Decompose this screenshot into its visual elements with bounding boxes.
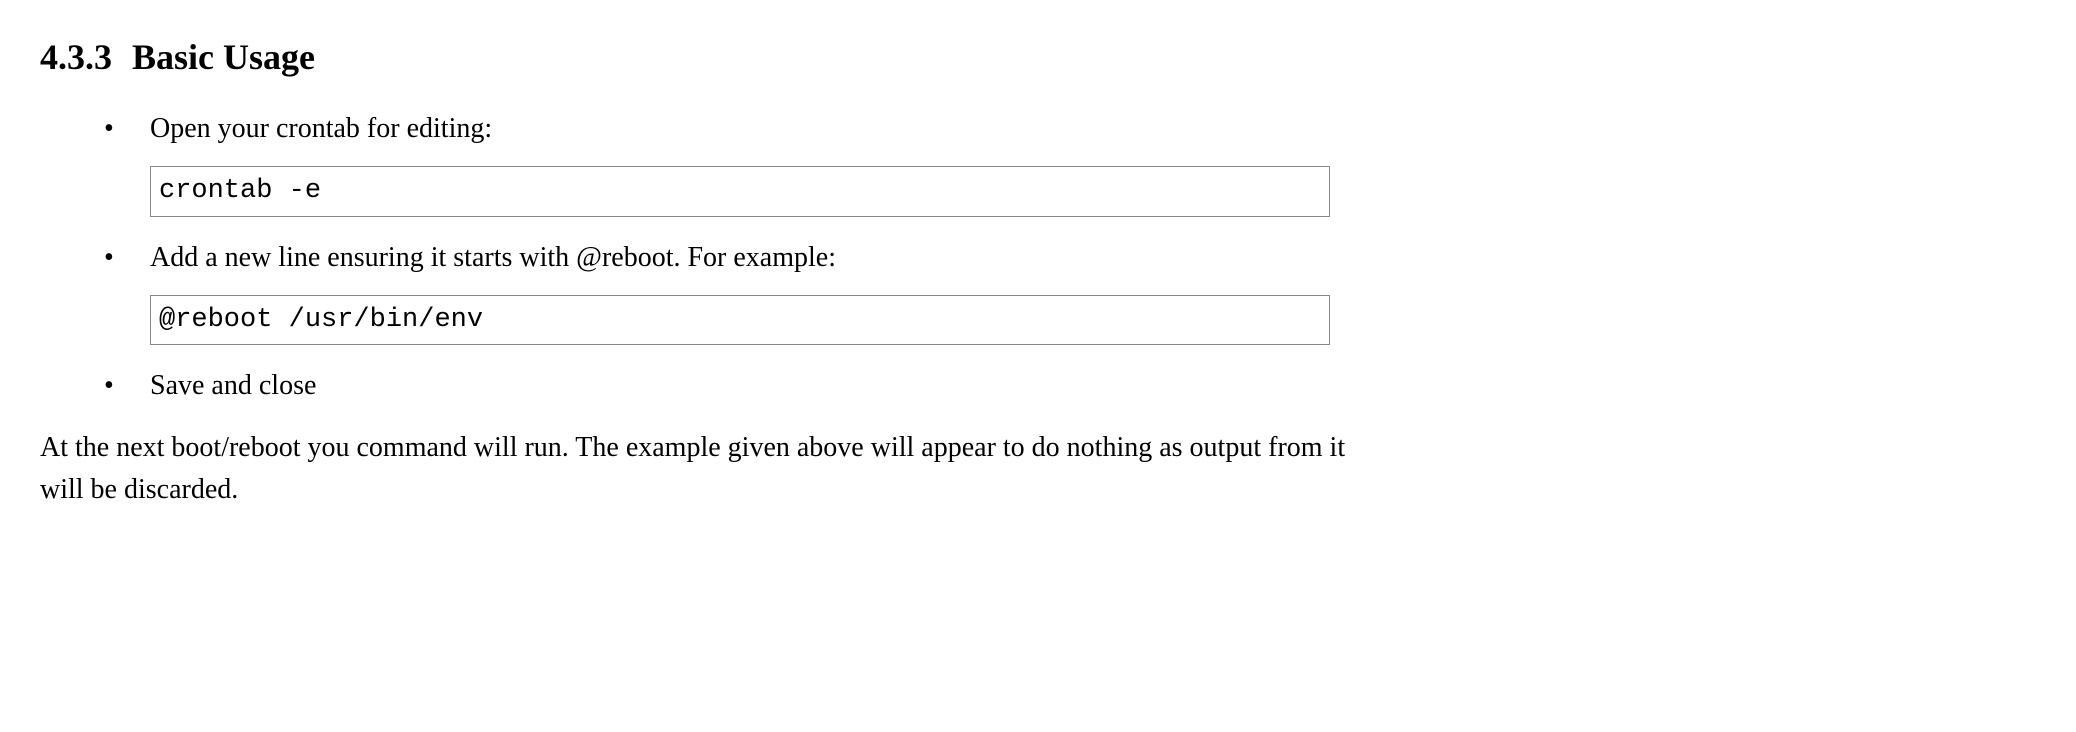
list-item-text: Open your crontab for editing: — [150, 113, 492, 144]
bullet-list: Open your crontab for editing: crontab -… — [90, 108, 2036, 407]
section-title: Basic Usage — [132, 37, 315, 77]
code-block: @reboot /usr/bin/env — [150, 295, 1330, 346]
body-paragraph: At the next boot/reboot you command will… — [40, 427, 1360, 511]
section-number: 4.3.3 — [40, 37, 112, 77]
list-item: Save and close — [90, 365, 2036, 407]
section-heading: 4.3.3 Basic Usage — [40, 30, 2036, 84]
list-item: Add a new line ensuring it starts with @… — [90, 237, 2036, 346]
list-item: Open your crontab for editing: crontab -… — [90, 108, 2036, 217]
list-item-text: Save and close — [150, 370, 316, 401]
list-item-text: Add a new line ensuring it starts with @… — [150, 242, 836, 273]
code-block: crontab -e — [150, 166, 1330, 217]
